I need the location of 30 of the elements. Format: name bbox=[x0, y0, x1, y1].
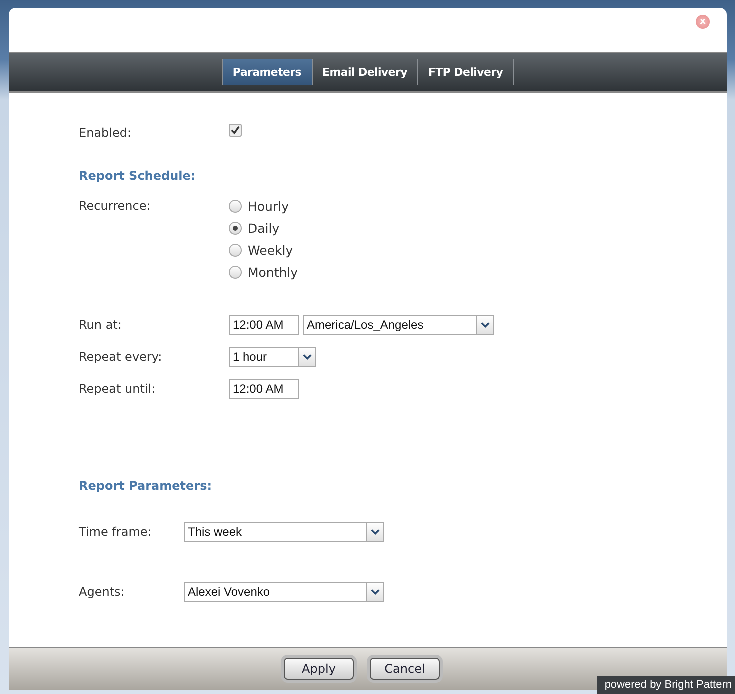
field-label: Repeat until: bbox=[79, 382, 157, 396]
field-label: Run at: bbox=[79, 318, 123, 332]
radio-option[interactable]: Monthly bbox=[229, 264, 298, 281]
tab[interactable]: Email Delivery bbox=[312, 59, 418, 85]
section-heading: Report Parameters: bbox=[79, 479, 214, 493]
agents-dropdown[interactable]: Alexei Vovenko bbox=[184, 582, 384, 602]
field-label: Enabled: bbox=[79, 126, 133, 140]
time-field[interactable]: 12:00 AM bbox=[229, 315, 299, 335]
tab[interactable]: Parameters bbox=[222, 59, 312, 85]
checkbox[interactable] bbox=[229, 124, 242, 137]
caret-icon bbox=[480, 322, 490, 328]
timezone-dropdown[interactable]: America/Los_Angeles bbox=[303, 315, 494, 335]
section-heading: Report Schedule: bbox=[79, 169, 197, 183]
radio-option[interactable]: Weekly bbox=[229, 242, 298, 259]
caret-icon bbox=[370, 589, 380, 595]
cancel-button[interactable]: Cancel bbox=[370, 658, 440, 680]
powered-by-badge: powered by Bright Pattern bbox=[596, 676, 735, 694]
apply-button[interactable]: Apply bbox=[284, 658, 354, 680]
radio-option[interactable]: Daily bbox=[229, 220, 298, 237]
time-field[interactable]: 12:00 AM bbox=[229, 379, 299, 399]
field-label: Time frame: bbox=[79, 525, 153, 539]
interval-dropdown[interactable]: 1 hour bbox=[229, 347, 316, 367]
time-frame-dropdown[interactable]: This week bbox=[184, 522, 384, 542]
caret-icon bbox=[370, 529, 380, 535]
tab[interactable]: FTP Delivery bbox=[417, 59, 514, 85]
radio-option[interactable]: Hourly bbox=[229, 198, 298, 215]
field-label: Agents: bbox=[79, 585, 126, 599]
field-label: Repeat every: bbox=[79, 350, 164, 364]
field-label: Recurrence: bbox=[79, 199, 152, 213]
caret-icon bbox=[302, 354, 312, 360]
